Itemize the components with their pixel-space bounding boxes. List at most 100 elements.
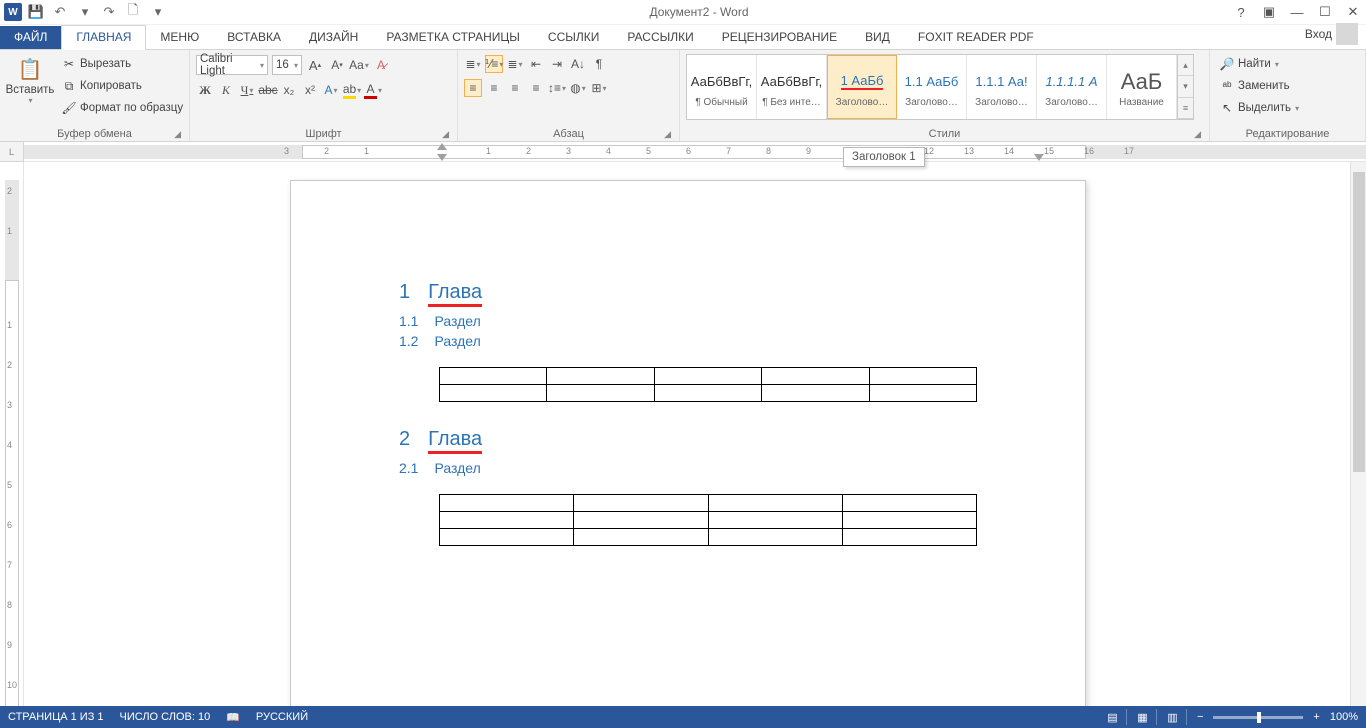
tab-selector[interactable]: L (0, 142, 24, 162)
format-painter-button[interactable]: 🖌Формат по образцу (58, 98, 186, 118)
minimize-icon[interactable]: — (1288, 5, 1306, 20)
table-1[interactable] (439, 367, 977, 402)
bold-button[interactable]: Ж (196, 81, 214, 99)
styles-up[interactable]: ▴ (1178, 55, 1193, 76)
tab-layout[interactable]: РАЗМЕТКА СТРАНИЦЫ (372, 26, 534, 49)
heading1-1[interactable]: 1Глава (399, 281, 977, 307)
tab-home[interactable]: ГЛАВНАЯ (61, 25, 146, 50)
tab-insert[interactable]: ВСТАВКА (213, 26, 295, 49)
style-normal[interactable]: АаБбВвГг,¶ Обычный (687, 55, 757, 119)
tab-file[interactable]: ФАЙЛ (0, 26, 61, 49)
line-spacing-button[interactable]: ↕≡▾ (548, 79, 566, 97)
underline-button[interactable]: Ч▾ (238, 81, 256, 99)
find-button[interactable]: 🔎Найти▾ (1216, 54, 1282, 74)
font-color-button[interactable]: A▾ (364, 81, 382, 99)
show-marks-button[interactable]: ¶ (590, 55, 608, 73)
clipboard-launcher[interactable]: ◢ (174, 129, 181, 140)
status-proof-icon[interactable]: 📖 (226, 711, 240, 724)
subscript-button[interactable]: x₂ (280, 81, 298, 99)
heading2-12[interactable]: 1.2Раздел (399, 333, 977, 349)
inc-indent-button[interactable]: ⇥ (548, 55, 566, 73)
justify-button[interactable]: ≡ (527, 79, 545, 97)
paragraph-launcher[interactable]: ◢ (664, 129, 671, 140)
styles-down[interactable]: ▾ (1178, 76, 1193, 97)
undo-icon[interactable]: ↶ (52, 4, 68, 20)
style-heading1[interactable]: 1 АаБбЗаголово… (827, 55, 897, 119)
status-page[interactable]: СТРАНИЦА 1 ИЗ 1 (8, 711, 104, 723)
hanging-indent[interactable] (437, 154, 447, 161)
cut-button[interactable]: ✂Вырезать (58, 54, 186, 74)
clear-format-icon[interactable]: A̷ (372, 56, 390, 74)
style-no-spacing[interactable]: АаБбВвГг,¶ Без инте… (757, 55, 827, 119)
print-layout-icon[interactable]: ▦ (1137, 709, 1157, 725)
style-heading3[interactable]: 1.1.1 Аа!Заголово… (967, 55, 1037, 119)
heading1-2[interactable]: 2Глава (399, 428, 977, 454)
heading2-11[interactable]: 1.1Раздел (399, 313, 977, 329)
tab-references[interactable]: ССЫЛКИ (534, 26, 613, 49)
dec-indent-button[interactable]: ⇤ (527, 55, 545, 73)
copy-button[interactable]: ⧉Копировать (58, 76, 186, 96)
heading2-21[interactable]: 2.1Раздел (399, 460, 977, 476)
italic-button[interactable]: К (217, 81, 235, 99)
borders-button[interactable]: ⊞▾ (590, 79, 608, 97)
change-case-icon[interactable]: Aa▾ (350, 56, 368, 74)
strike-button[interactable]: abc (259, 81, 277, 99)
styles-launcher[interactable]: ◢ (1194, 129, 1201, 140)
multilevel-button[interactable]: ≣▾ (506, 55, 524, 73)
document-canvas[interactable]: 1Глава 1.1Раздел 1.2Раздел 2Глава 2.1Раз… (24, 162, 1366, 706)
font-name-select[interactable]: Calibri Light▾ (196, 55, 268, 75)
text-effects-button[interactable]: A▾ (322, 81, 340, 99)
tab-menu[interactable]: Меню (146, 26, 213, 49)
align-right-button[interactable]: ≡ (506, 79, 524, 97)
bullets-button[interactable]: ≣▾ (464, 55, 482, 73)
page-content[interactable]: 1Глава 1.1Раздел 1.2Раздел 2Глава 2.1Раз… (291, 181, 1085, 546)
help-icon[interactable]: ? (1232, 5, 1250, 20)
scrollbar-thumb[interactable] (1353, 172, 1365, 472)
shrink-font-icon[interactable]: A▾ (328, 56, 346, 74)
tab-view[interactable]: ВИД (851, 26, 904, 49)
ribbon-display-icon[interactable]: ▣ (1260, 4, 1278, 20)
vertical-ruler[interactable]: 2 1 1 2 3 4 5 6 7 8 9 10 (0, 162, 24, 706)
superscript-button[interactable]: x² (301, 81, 319, 99)
style-heading2[interactable]: 1.1 АаБбЗаголово… (897, 55, 967, 119)
right-indent[interactable] (1034, 154, 1044, 161)
save-icon[interactable]: 💾 (28, 4, 44, 20)
table-2[interactable] (439, 494, 977, 546)
tab-foxit[interactable]: Foxit Reader PDF (904, 26, 1048, 49)
read-mode-icon[interactable]: ▤ (1107, 709, 1127, 725)
paste-button[interactable]: 📋 Вставить▾ (6, 52, 54, 105)
status-language[interactable]: РУССКИЙ (256, 711, 308, 723)
tab-review[interactable]: РЕЦЕНЗИРОВАНИЕ (708, 26, 851, 49)
horizontal-ruler[interactable]: 3 2 1 1 2 3 4 5 6 7 8 9 10 11 12 13 14 1… (24, 142, 1366, 162)
sort-button[interactable]: A↓ (569, 55, 587, 73)
zoom-level[interactable]: 100% (1330, 711, 1358, 723)
font-launcher[interactable]: ◢ (442, 129, 449, 140)
tab-design[interactable]: ДИЗАЙН (295, 26, 372, 49)
close-icon[interactable]: ✕ (1344, 4, 1362, 20)
highlight-button[interactable]: ab▾ (343, 81, 361, 99)
zoom-in[interactable]: + (1313, 711, 1319, 723)
zoom-out[interactable]: − (1197, 711, 1203, 723)
new-doc-icon[interactable]: 🗋 (125, 4, 141, 20)
align-left-button[interactable]: ≡ (464, 79, 482, 97)
undo-dropdown[interactable]: ▾ (77, 4, 93, 20)
shading-button[interactable]: ◍▾ (569, 79, 587, 97)
maximize-icon[interactable]: ☐ (1316, 4, 1334, 20)
status-words[interactable]: ЧИСЛО СЛОВ: 10 (120, 711, 211, 723)
first-line-indent[interactable] (437, 143, 447, 150)
tab-mailings[interactable]: РАССЫЛКИ (613, 26, 707, 49)
zoom-slider[interactable] (1213, 716, 1303, 719)
sign-in[interactable]: Вход (1297, 19, 1366, 49)
qat-customize[interactable]: ▾ (150, 4, 166, 20)
grow-font-icon[interactable]: A▴ (306, 56, 324, 74)
font-size-select[interactable]: 16▾ (272, 55, 302, 75)
style-heading4[interactable]: 1.1.1.1 АЗаголово… (1037, 55, 1107, 119)
align-center-button[interactable]: ≡ (485, 79, 503, 97)
style-title[interactable]: АаБНазвание (1107, 55, 1177, 119)
web-layout-icon[interactable]: ▥ (1167, 709, 1187, 725)
replace-button[interactable]: ᵃᵇЗаменить (1216, 76, 1293, 96)
redo-icon[interactable]: ↷ (101, 4, 117, 20)
styles-more[interactable]: ≡ (1178, 98, 1193, 119)
numbering-button[interactable]: ⅟≡▾ (485, 55, 503, 73)
vertical-scrollbar[interactable] (1350, 162, 1366, 706)
